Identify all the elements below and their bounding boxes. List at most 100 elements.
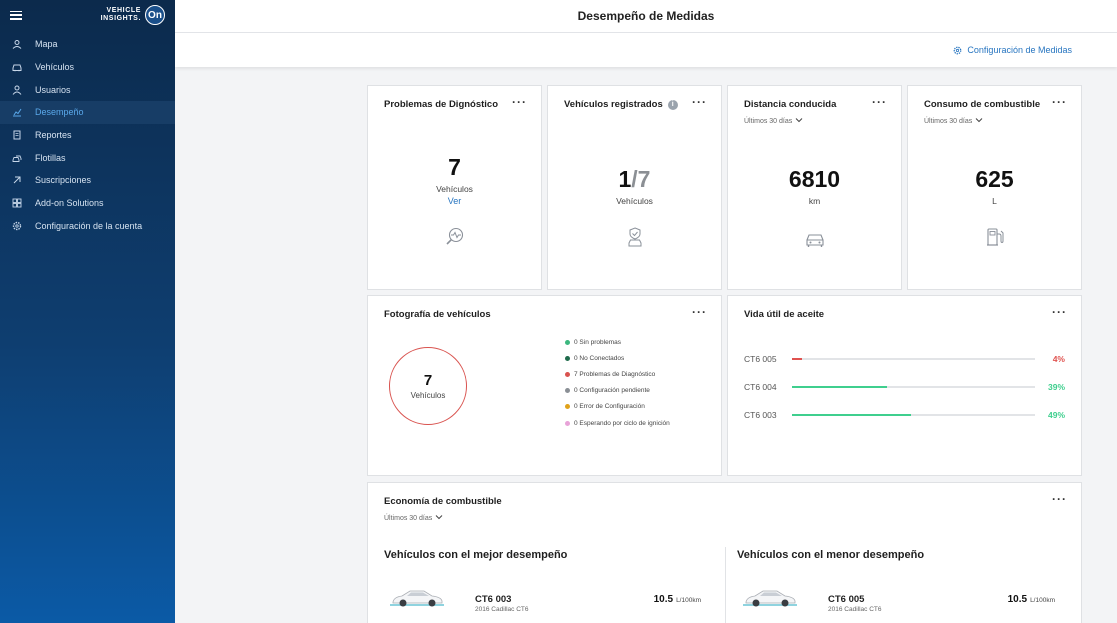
fleet-icon	[12, 153, 22, 163]
vehicle-shield-icon	[628, 227, 641, 247]
distance-value: 6810	[788, 166, 841, 192]
registered-vehicles-card: Vehículos registrados i ··· 1/7 Vehículos	[547, 85, 722, 290]
period-dropdown[interactable]: Últimos 30 días	[744, 117, 803, 125]
gear-icon	[954, 46, 962, 54]
vehicle-name: CT6 005	[744, 354, 777, 364]
config-measures-link[interactable]: Configuración de Medidas	[953, 45, 1072, 55]
legend-item: 0 No Conectados	[565, 350, 670, 366]
vehicle-snapshot-card: Fotografía de vehículos ··· 7 Vehículos …	[367, 295, 722, 476]
card-title: Consumo de combustible	[924, 99, 1041, 110]
status-dot	[565, 420, 570, 426]
page-title: Desempeño de Medidas	[577, 9, 715, 23]
card-title: Distancia conducida	[744, 99, 837, 110]
sidebar-item-flotillas[interactable]: Flotillas	[0, 146, 175, 169]
snapshot-total: 7	[423, 372, 433, 389]
chart-icon	[12, 107, 22, 117]
status-dot	[565, 355, 570, 361]
sidebar-item-vehiculos[interactable]: Vehículos	[0, 56, 175, 79]
user-icon	[12, 85, 22, 95]
addon-icon	[12, 198, 22, 208]
snapshot-ring: 7 Vehículos	[389, 347, 467, 425]
header: Desempeño de Medidas	[175, 0, 1117, 33]
status-dot	[565, 339, 570, 345]
divider	[725, 547, 726, 623]
oil-row: CT6 005 4%	[744, 352, 1065, 366]
card-title: Vida útil de aceite	[744, 309, 825, 320]
more-options-icon[interactable]: ···	[512, 95, 527, 109]
sidebar-item-addon-solutions[interactable]: Add-on Solutions	[0, 192, 175, 215]
subscription-icon	[12, 175, 22, 185]
legend-item: 7 Problemas de Diagnóstico	[565, 366, 670, 382]
distance-unit: km	[808, 196, 821, 206]
car-icon	[805, 234, 824, 247]
status-dot	[565, 388, 570, 394]
diagnostic-magnifier-icon	[445, 227, 463, 245]
oil-percent: 4%	[1052, 354, 1065, 364]
registered-unit: Vehículos	[616, 196, 653, 206]
fuel-economy-card: Economía de combustible ··· Últimos 30 d…	[367, 482, 1082, 623]
more-options-icon[interactable]: ···	[692, 95, 707, 109]
chevron-down-icon	[975, 117, 983, 125]
more-options-icon[interactable]: ···	[1052, 95, 1067, 109]
period-dropdown[interactable]: Últimos 30 días	[924, 117, 983, 125]
sidebar: VEHICLE INSIGHTS. On Mapa Vehículos Usuar…	[0, 0, 175, 623]
oil-progress-fill	[792, 386, 887, 388]
status-dot	[565, 404, 570, 410]
best-performance-heading: Vehículos con el mejor desempeño	[384, 549, 568, 561]
worst-vehicle-model: 2016 Cadillac CT6	[828, 606, 882, 613]
legend-item: 0 Esperando por ciclo de ignición	[565, 415, 670, 431]
best-vehicle-name: CT6 003	[475, 594, 512, 605]
sidebar-item-suscripciones[interactable]: Suscripciones	[0, 169, 175, 192]
best-vehicle-value: 10.5 L/100km	[653, 594, 701, 605]
legend-item: 0 Configuración pendiente	[565, 383, 670, 399]
card-title: Vehículos registrados	[564, 99, 663, 110]
distance-card: Distancia conducida ··· Últimos 30 días …	[727, 85, 902, 290]
fuel-unit: L	[992, 196, 997, 206]
sidebar-item-reportes[interactable]: Reportes	[0, 124, 175, 147]
oil-percent: 49%	[1047, 410, 1065, 420]
registered-count: 1/7	[618, 166, 651, 192]
oil-progress-track	[792, 414, 1035, 416]
chevron-down-icon	[795, 117, 803, 125]
car-icon	[12, 62, 22, 72]
more-options-icon[interactable]: ···	[1052, 305, 1067, 319]
view-diagnostics-link[interactable]: Ver	[368, 196, 541, 206]
worst-performance-heading: Vehículos con el menor desempeño	[737, 549, 925, 561]
fuel-consumption-card: Consumo de combustible ··· Últimos 30 dí…	[907, 85, 1082, 290]
oil-progress-track	[792, 386, 1035, 388]
sidebar-item-configuracion-cuenta[interactable]: Configuración de la cuenta	[0, 215, 175, 238]
diagnostics-unit: Vehículos	[436, 184, 473, 194]
hamburger-menu-icon[interactable]	[10, 10, 22, 20]
snapshot-legend: 0 Sin problemas 0 No Conectados 7 Proble…	[565, 334, 670, 431]
oil-progress-fill	[792, 414, 912, 416]
sidebar-nav: Mapa Vehículos Usuarios Desempeño Report…	[0, 33, 175, 237]
legend-item: 0 Sin problemas	[565, 334, 670, 350]
oil-row: CT6 003 49%	[744, 408, 1065, 422]
snapshot-total-label: Vehículos	[410, 391, 446, 400]
info-icon[interactable]: i	[667, 99, 678, 110]
card-title: Problemas de Dignóstico	[384, 99, 499, 110]
worst-vehicle-value: 10.5 L/100km	[1007, 594, 1055, 605]
map-icon	[12, 39, 22, 50]
report-icon	[12, 130, 22, 140]
period-dropdown[interactable]: Últimos 30 días	[384, 514, 443, 522]
diagnostics-count: 7	[448, 154, 461, 180]
sidebar-item-desempeno[interactable]: Desempeño	[0, 101, 175, 124]
status-dot	[565, 371, 570, 377]
logo: VEHICLE INSIGHTS. On	[101, 5, 165, 25]
card-title: Fotografía de vehículos	[384, 309, 491, 320]
sidebar-item-usuarios[interactable]: Usuarios	[0, 78, 175, 101]
car-image-icon	[390, 590, 444, 607]
oil-percent: 39%	[1047, 382, 1065, 392]
oil-progress-track	[792, 358, 1035, 360]
oil-life-card: Vida útil de aceite ··· CT6 005 4% CT6 0…	[727, 295, 1082, 476]
more-options-icon[interactable]: ···	[1052, 492, 1067, 506]
more-options-icon[interactable]: ···	[872, 95, 887, 109]
vehicle-name: CT6 003	[744, 410, 777, 420]
sidebar-top: VEHICLE INSIGHTS. On	[0, 0, 175, 30]
worst-vehicle-name: CT6 005	[828, 594, 865, 605]
sidebar-item-mapa[interactable]: Mapa	[0, 33, 175, 56]
more-options-icon[interactable]: ···	[692, 305, 707, 319]
car-image-icon	[743, 590, 797, 607]
chevron-down-icon	[435, 514, 443, 522]
